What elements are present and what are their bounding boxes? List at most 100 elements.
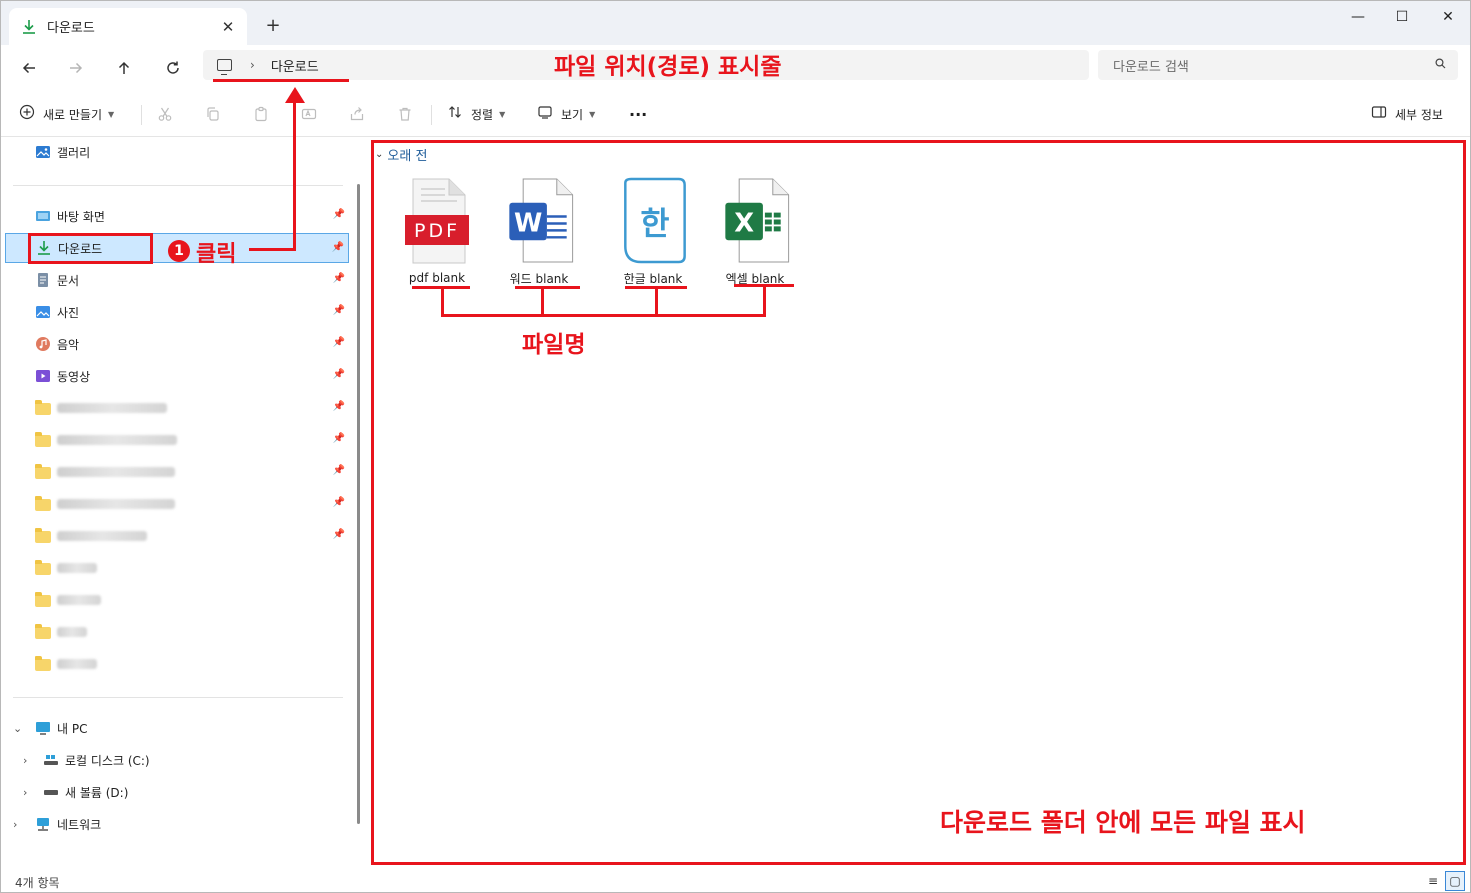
- large-icons-view-icon[interactable]: ▢: [1445, 871, 1465, 891]
- breadcrumb-downloads[interactable]: 다운로드: [271, 56, 319, 75]
- pin-icon[interactable]: 📌: [333, 209, 345, 220]
- close-window-button[interactable]: ✕: [1425, 1, 1470, 33]
- gallery-icon: [35, 144, 51, 160]
- title-bar: 다운로드 ✕ + — ☐ ✕: [1, 1, 1470, 45]
- chevron-down-icon[interactable]: ⌄: [13, 722, 22, 735]
- share-icon[interactable]: [349, 101, 365, 127]
- sort-icon: [447, 104, 463, 124]
- tab-downloads[interactable]: 다운로드 ✕: [9, 8, 247, 45]
- annotation-arrow-shaft: [293, 97, 296, 251]
- sidebar-item-folder[interactable]: [5, 649, 349, 679]
- chevron-right-icon: ›: [250, 58, 255, 72]
- pin-icon[interactable]: 📌: [333, 465, 345, 476]
- chevron-down-icon: ▼: [589, 109, 596, 119]
- pin-icon[interactable]: 📌: [332, 242, 344, 253]
- chevron-right-icon[interactable]: ›: [23, 786, 27, 799]
- sidebar-scrollbar[interactable]: [357, 184, 360, 824]
- pin-icon[interactable]: 📌: [333, 305, 345, 316]
- copy-icon[interactable]: [205, 101, 221, 127]
- pin-icon[interactable]: 📌: [333, 337, 345, 348]
- blurred-folder-name: [57, 595, 101, 605]
- sidebar-item-folder[interactable]: [5, 585, 349, 615]
- sidebar-item-music[interactable]: 음악 📌: [5, 329, 349, 359]
- plus-circle-icon: [19, 104, 35, 124]
- new-tab-button[interactable]: +: [259, 13, 287, 37]
- file-explorer-window: 다운로드 ✕ + — ☐ ✕ › 다운로드 다운로드 검색 새로 만들기 ▼ 정…: [0, 0, 1471, 893]
- annotation-folder-label: 다운로드 폴더 안에 모든 파일 표시: [940, 808, 1306, 837]
- search-input[interactable]: 다운로드 검색: [1098, 50, 1458, 80]
- details-pane-button[interactable]: 세부 정보: [1371, 101, 1443, 127]
- back-arrow-icon[interactable]: [12, 53, 46, 83]
- computer-icon: [35, 720, 51, 736]
- annotation-box-content: [371, 140, 1466, 865]
- minimize-button[interactable]: —: [1335, 1, 1381, 33]
- status-bar: 4개 항목: [1, 870, 1470, 892]
- sidebar-item-documents[interactable]: 문서 📌: [5, 265, 349, 295]
- chevron-right-icon[interactable]: ›: [13, 818, 17, 831]
- blurred-folder-name: [57, 403, 167, 413]
- chevron-right-icon[interactable]: ›: [23, 754, 27, 767]
- annotation-path-label: 파일 위치(경로) 표시줄: [554, 54, 782, 80]
- folder-icon: [35, 656, 51, 672]
- folder-icon: [35, 592, 51, 608]
- pin-icon[interactable]: 📌: [333, 497, 345, 508]
- sidebar-item-folder[interactable]: 📌: [5, 521, 349, 551]
- pin-icon[interactable]: 📌: [333, 369, 345, 380]
- blurred-folder-name: [57, 563, 97, 573]
- folder-icon: [35, 400, 51, 416]
- sidebar-divider: [13, 697, 343, 698]
- blurred-folder-name: [57, 435, 177, 445]
- sidebar-item-drive-d[interactable]: › 새 볼륨 (D:): [5, 777, 349, 807]
- maximize-button[interactable]: ☐: [1379, 1, 1425, 33]
- annotation-underline: [213, 79, 349, 82]
- sidebar-item-network[interactable]: › 네트워크: [5, 809, 349, 839]
- paste-icon[interactable]: [253, 101, 269, 127]
- pin-icon[interactable]: 📌: [333, 401, 345, 412]
- sidebar-item-label: 동영상: [57, 369, 91, 384]
- sidebar-item-gallery[interactable]: 갤러리: [5, 137, 349, 167]
- sort-button[interactable]: 정렬 ▼: [447, 101, 505, 127]
- tab-close-icon[interactable]: ✕: [215, 14, 241, 40]
- sidebar-item-drive-c[interactable]: › 로컬 디스크 (C:): [5, 745, 349, 775]
- annotation-click-label: 클릭: [196, 242, 237, 267]
- sidebar-item-videos[interactable]: 동영상 📌: [5, 361, 349, 391]
- folder-icon: [35, 496, 51, 512]
- sidebar-item-label: 문서: [57, 273, 80, 288]
- sidebar-item-folder[interactable]: 📌: [5, 425, 349, 455]
- pin-icon[interactable]: 📌: [333, 433, 345, 444]
- sidebar-item-desktop[interactable]: 바탕 화면 📌: [5, 201, 349, 231]
- refresh-icon[interactable]: [156, 53, 190, 83]
- delete-icon[interactable]: [397, 101, 413, 127]
- folder-icon: [35, 528, 51, 544]
- pin-icon[interactable]: 📌: [333, 273, 345, 284]
- search-icon: [1435, 58, 1446, 69]
- local-disk-icon: [43, 752, 59, 768]
- cut-icon[interactable]: [157, 101, 173, 127]
- sidebar-item-label: 네트워크: [57, 817, 102, 832]
- sidebar-item-pictures[interactable]: 사진 📌: [5, 297, 349, 327]
- details-label: 세부 정보: [1395, 107, 1443, 122]
- view-button[interactable]: 보기 ▼: [537, 101, 595, 127]
- sidebar-item-this-pc[interactable]: ⌄ 내 PC: [5, 713, 349, 743]
- up-arrow-icon[interactable]: [107, 53, 141, 83]
- sidebar-item-label: 로컬 디스크 (C:): [65, 753, 150, 768]
- new-button[interactable]: 새로 만들기 ▼: [19, 101, 114, 127]
- sidebar-item-folder[interactable]: 📌: [5, 457, 349, 487]
- more-options-button[interactable]: ···: [629, 101, 647, 127]
- folder-icon: [35, 624, 51, 640]
- annotation-step-number: 1: [168, 240, 190, 262]
- pin-icon[interactable]: 📌: [333, 529, 345, 540]
- sidebar-item-folder[interactable]: [5, 617, 349, 647]
- details-view-icon[interactable]: ≡: [1423, 871, 1443, 891]
- sidebar-item-label: 바탕 화면: [57, 209, 105, 224]
- blurred-folder-name: [57, 627, 87, 637]
- sidebar-item-folder[interactable]: [5, 553, 349, 583]
- sidebar-item-folder[interactable]: 📌: [5, 393, 349, 423]
- rename-icon[interactable]: [301, 101, 317, 127]
- desktop-icon: [35, 208, 51, 224]
- sidebar-item-folder[interactable]: 📌: [5, 489, 349, 519]
- forward-arrow-icon[interactable]: [59, 53, 93, 83]
- folder-icon: [35, 464, 51, 480]
- download-icon: [21, 19, 37, 35]
- toolbar-divider: [141, 105, 142, 125]
